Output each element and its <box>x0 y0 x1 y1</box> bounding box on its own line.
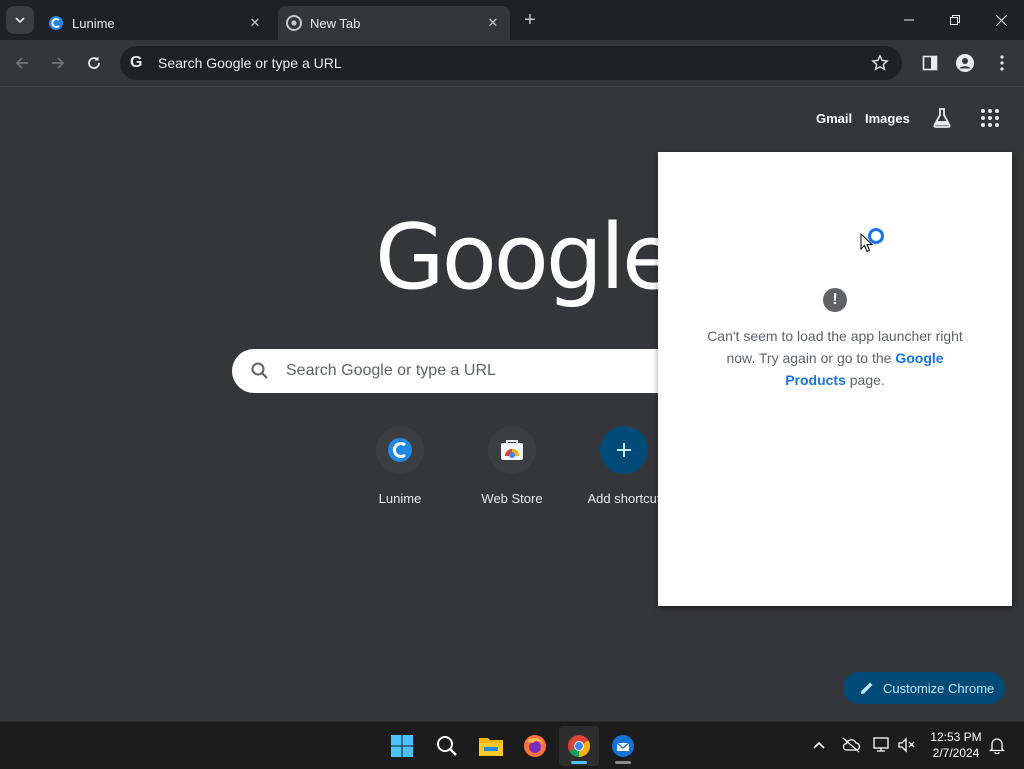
notification-bell-icon[interactable] <box>986 734 1008 756</box>
lunime-icon <box>48 15 64 31</box>
omnibox[interactable]: G Search Google or type a URL <box>120 46 902 80</box>
clock-date: 2/7/2024 <box>932 746 980 760</box>
customize-chrome-label: Customize Chrome <box>883 680 995 696</box>
tab-lunime[interactable]: Lunime ✕ <box>40 6 272 40</box>
file-explorer-icon[interactable] <box>471 726 511 766</box>
windows-start-icon[interactable] <box>382 726 422 766</box>
gmail-link[interactable]: Gmail <box>816 111 852 126</box>
search-icon[interactable] <box>427 726 467 766</box>
forward-button[interactable] <box>44 49 72 77</box>
side-panel-icon <box>922 55 938 71</box>
shortcut-label: Web Store <box>481 491 543 506</box>
volume-muted-icon[interactable] <box>896 734 918 756</box>
close-window-button[interactable] <box>978 0 1024 40</box>
cloud-off-icon[interactable] <box>840 734 862 756</box>
lunime-icon <box>376 426 424 474</box>
tab-new-tab[interactable]: New Tab ✕ <box>278 6 510 40</box>
plus-icon <box>600 426 648 474</box>
omnibox-placeholder: Search Google or type a URL <box>158 55 342 71</box>
more-vert-icon <box>1000 55 1004 71</box>
close-icon[interactable]: ✕ <box>246 14 264 32</box>
network-icon[interactable] <box>871 734 893 756</box>
reload-icon <box>88 56 100 69</box>
error-icon: ! <box>823 288 847 312</box>
firefox-icon[interactable] <box>515 726 555 766</box>
shortcut-lunime[interactable]: Lunime <box>344 426 456 506</box>
chevron-down-icon <box>15 17 25 24</box>
launcher-message-post: page. <box>845 372 885 388</box>
taskbar: 12:53 PM 2/7/2024 <box>0 721 1024 769</box>
customize-chrome-button[interactable]: Customize Chrome <box>843 672 1005 704</box>
chrome-icon <box>286 15 302 31</box>
search-icon <box>251 362 268 379</box>
arrow-right-icon <box>52 57 65 69</box>
tab-strip: Lunime ✕ New Tab ✕ + <box>0 0 1024 40</box>
profile-icon <box>956 54 974 72</box>
tab-title: Lunime <box>72 15 115 31</box>
new-tab-button[interactable]: + <box>518 8 542 32</box>
app-launcher-panel: ! Can't seem to load the app launcher ri… <box>658 152 1012 606</box>
bookmark-star-icon[interactable] <box>870 53 890 73</box>
google-apps-icon[interactable] <box>978 106 1002 130</box>
plus-icon: + <box>524 8 536 31</box>
labs-icon[interactable] <box>930 106 954 130</box>
side-panel-button[interactable] <box>917 50 943 76</box>
running-indicator <box>615 761 631 764</box>
mouse-cursor-icon <box>860 233 874 253</box>
close-icon <box>995 14 1007 26</box>
toolbar: G Search Google or type a URL <box>0 40 1024 87</box>
launcher-error-message: Can't seem to load the app launcher righ… <box>698 325 972 391</box>
system-clock[interactable]: 12:53 PM 2/7/2024 <box>926 729 986 761</box>
tab-title: New Tab <box>310 15 361 31</box>
close-icon[interactable]: ✕ <box>484 14 502 32</box>
google-logo: Google <box>375 205 677 310</box>
pencil-icon <box>861 682 873 694</box>
web-store-icon <box>488 426 536 474</box>
arrow-left-icon <box>15 57 28 69</box>
shortcut-web-store[interactable]: Web Store <box>456 426 568 506</box>
restore-icon <box>950 15 960 25</box>
minimize-button[interactable] <box>886 0 932 40</box>
images-link[interactable]: Images <box>865 111 910 126</box>
clock-time: 12:53 PM <box>930 730 982 744</box>
reload-button[interactable] <box>80 49 108 77</box>
chrome-menu-button[interactable] <box>989 50 1015 76</box>
tab-search-button[interactable] <box>6 6 34 34</box>
minimize-icon <box>904 19 914 21</box>
shortcut-label: Lunime <box>378 491 422 506</box>
thunderbird-icon[interactable] <box>603 726 643 766</box>
active-indicator <box>571 761 587 764</box>
chevron-up-icon[interactable] <box>808 734 830 756</box>
profile-button[interactable] <box>952 50 978 76</box>
chrome-icon[interactable] <box>559 726 599 766</box>
google-g-icon: G <box>130 54 143 71</box>
restore-button[interactable] <box>932 0 978 40</box>
back-button[interactable] <box>8 49 36 77</box>
